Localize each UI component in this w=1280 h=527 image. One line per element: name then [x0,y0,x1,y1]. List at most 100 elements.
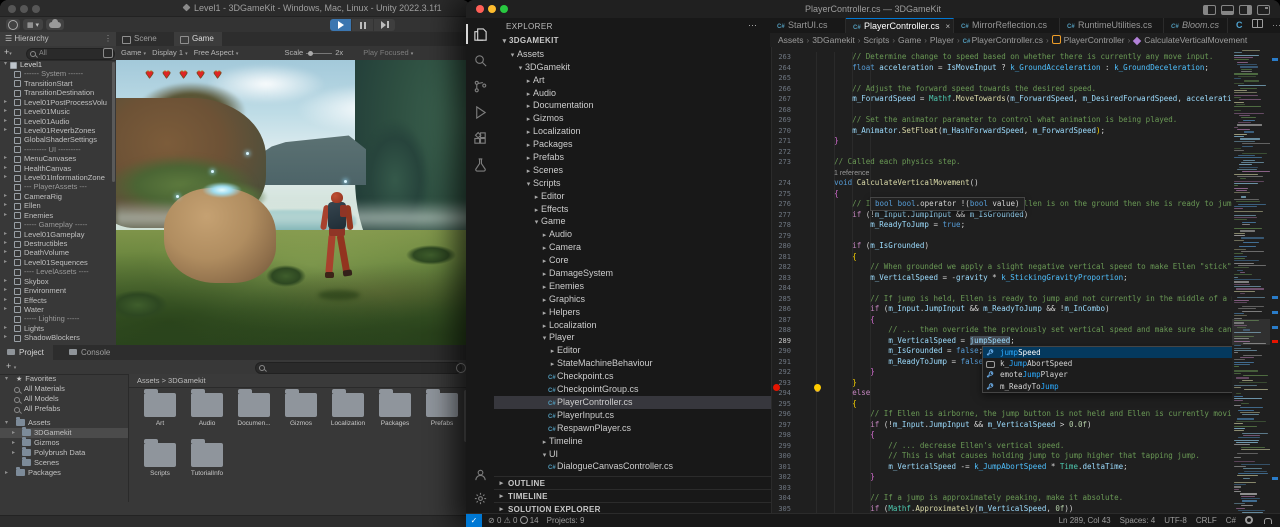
account-icon[interactable] [466,462,494,486]
run-debug-icon[interactable] [466,100,494,124]
hierarchy-item[interactable]: ▸ Environment [0,286,116,295]
quick-fix-lightbulb-icon[interactable] [814,384,821,391]
hierarchy-item[interactable]: ----- Gameplay ----- [0,220,116,229]
status-item[interactable]: Ln 289, Col 43 [1059,514,1111,527]
game-viewport[interactable]: ♥ ♥ ♥ ♥ ♥ [116,60,470,345]
section-outline[interactable]: ▸ OUTLINE [494,476,771,489]
toggle-secondary-sidebar-icon[interactable] [1239,5,1252,15]
favorites-item[interactable]: All Prefabs [0,404,128,414]
assets-folder-item[interactable]: ▸ Polybrush Data [0,447,128,458]
hierarchy-item[interactable]: ------ System ------ [0,69,116,78]
code-line[interactable]: 289 m_VerticalSpeed = jumpSpeed; [770,335,1232,347]
hierarchy-add-button[interactable]: +▾ [4,47,12,57]
tab-project[interactable]: Project [0,345,53,360]
hierarchy-item[interactable]: ▾ Level1 [0,60,116,69]
play-focused-dropdown[interactable]: Play Focused ▾ [363,48,413,57]
project-add-button[interactable]: + ▾ [6,361,16,371]
folder-tree-item[interactable]: ▸ Audio [494,87,771,100]
hierarchy-item[interactable]: ▸ Level01Sequences [0,258,116,267]
unity-cloud-button[interactable] [46,18,64,30]
code-line[interactable]: 300 // This is what causes holding jump … [770,451,1232,462]
code-line[interactable]: 264 float acceleration = IsMoveInput ? k… [770,63,1232,74]
code-line[interactable]: 287 { [770,315,1232,326]
hierarchy-item[interactable]: ---- LevelAssets ---- [0,267,116,276]
project-folder[interactable]: Packages [373,389,417,427]
status-item[interactable]: Spaces: 4 [1120,514,1156,527]
folder-tree-item[interactable]: ▸ Localization [494,125,771,138]
file-tree-item[interactable]: C#CheckpointGroup.cs [494,383,771,396]
code-line[interactable]: 267 m_ForwardSpeed = Mathf.MoveTowards(m… [770,94,1232,105]
problems-indicator[interactable]: ⊘ 0 ⚠ 0 14 [488,514,539,527]
tab-scene[interactable]: Scene [116,32,165,46]
folder-tree-item[interactable]: ▾ Player [494,331,771,344]
hierarchy-item[interactable]: ▸ Lights [0,324,116,333]
assets-folder-item[interactable]: ▸ Gizmos [0,437,128,448]
assets-folder-item[interactable]: ▸ 3DGamekit [0,427,128,438]
breadcrumb[interactable]: Assets › 3DGamekit › Scripts › Game › Player › C#P… [770,33,1280,47]
code-line[interactable]: 273 // Called each physics step. [770,157,1232,168]
folder-tree-item[interactable]: ▸ Packages [494,138,771,151]
favorites-header[interactable]: ▾ ★ Favorites [0,374,128,384]
editor-tab[interactable]: C# PlayerController.cs × [846,18,954,33]
hierarchy-item[interactable]: ▸ MenuCanvases [0,154,116,163]
breadcrumb-item[interactable]: CalculateVerticalMovement [1144,35,1247,45]
code-line[interactable]: 272 [770,147,1232,158]
favorites-item[interactable]: All Materials [0,384,128,394]
folder-tree-item[interactable]: ▸ Prefabs [494,151,771,164]
code-line[interactable]: 263 // Determine change to speed based o… [770,52,1232,63]
code-editor[interactable]: 263 // Determine change to speed based o… [770,47,1232,514]
suggest-item[interactable]: m_ReadyToJump [983,381,1232,392]
folder-tree-item[interactable]: ▸ DamageSystem [494,267,771,280]
minimap[interactable] [1232,47,1270,514]
remote-indicator[interactable]: ✓ [466,514,482,527]
folder-tree-item[interactable]: ▸ Editor [494,344,771,357]
hierarchy-item[interactable]: ▸ Water [0,305,116,314]
folder-tree-item[interactable]: ▾ UI [494,448,771,461]
hierarchy-tab[interactable]: ☰ Hierarchy ⋮ [0,32,116,47]
breadcrumb-item[interactable]: Assets [778,35,804,45]
editor-tab[interactable]: C# RuntimeUtilities.cs [1060,18,1164,33]
folder-tree-item[interactable]: ▸ Documentation [494,99,771,112]
breadcrumb-item[interactable]: Scripts [863,35,889,45]
folder-tree-item[interactable]: ▸ Core [494,254,771,267]
project-folder[interactable]: Prefabs [420,389,464,427]
code-line[interactable]: 297 if (!m_Input.JumpInput && m_Vertical… [770,420,1232,431]
code-line[interactable]: 283 m_VerticalSpeed = -gravity * k_Stick… [770,273,1232,284]
folder-tree-item[interactable]: ▸ Enemies [494,280,771,293]
folder-tree-item[interactable]: ▾ Game [494,215,771,228]
file-tree-item[interactable]: C#DialogueCanvasController.cs [494,460,771,473]
suggest-item[interactable]: jumpSpeed [983,347,1232,359]
hierarchy-item[interactable]: ▸ Level01Gameplay [0,230,116,239]
hierarchy-item[interactable]: ▸ Level01InformationZone [0,173,116,182]
folder-tree-item[interactable]: ▸ Helpers [494,306,771,319]
hierarchy-item[interactable]: ▸ Destructibles [0,239,116,248]
hierarchy-item[interactable]: ▸ Level01Audio [0,117,116,126]
code-line[interactable]: 266 // Adjust the forward speed towards … [770,84,1232,95]
codelens-reference[interactable]: 1 reference [770,168,1232,179]
packages-root[interactable]: ▸ Packages [0,467,128,478]
pause-button[interactable] [352,18,373,31]
hierarchy-search-input[interactable]: All [26,48,115,60]
display-dropdown[interactable]: Display 1 ▾ [152,48,187,57]
code-line[interactable]: 301 m_VerticalSpeed -= k_JumpAbortSpeed … [770,462,1232,473]
project-folder[interactable]: Art [138,389,182,427]
code-line[interactable]: 279 [770,231,1232,242]
hierarchy-item[interactable]: ▸ Skybox [0,277,116,286]
hierarchy-item[interactable]: ▸ CameraRig [0,192,116,201]
code-line[interactable]: 265 [770,73,1232,84]
breakpoint-icon[interactable] [773,384,780,391]
file-tree-item[interactable]: C#PlayerInput.cs [494,409,771,422]
notifications-bell-icon[interactable] [1264,514,1272,527]
project-folder[interactable]: Documen... [232,389,276,427]
unity-zoom-button[interactable] [32,5,40,13]
code-line[interactable]: 270 m_Animator.SetFloat(m_HashForwardSpe… [770,126,1232,137]
step-button[interactable] [374,18,395,31]
folder-tree-item[interactable]: ▸ Art [494,74,771,87]
hierarchy-item[interactable]: ▸ DeathVolume [0,248,116,257]
source-control-icon[interactable] [466,74,494,98]
code-line[interactable]: 295 { [770,399,1232,410]
folder-tree-item[interactable]: ▾ 3DGamekit [494,61,771,74]
hierarchy-item[interactable]: ▸ Effects [0,296,116,305]
tab-devkit-icon[interactable]: C [1236,18,1243,33]
hierarchy-item[interactable]: TransitionStart [0,79,116,88]
